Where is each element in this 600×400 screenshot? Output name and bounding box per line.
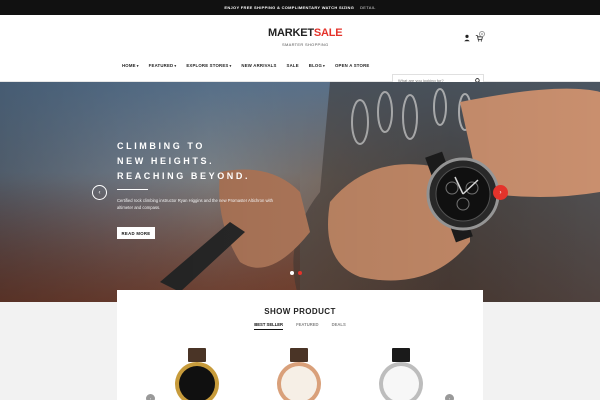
product-section: SHOW PRODUCT BEST SELLER FEATURED DEALS …	[117, 290, 483, 400]
chevron-left-icon: ‹	[149, 396, 152, 400]
carousel-prev-button[interactable]: ‹	[146, 394, 155, 400]
site-logo[interactable]: MARKETSALE	[268, 27, 343, 39]
watch-image	[379, 362, 423, 400]
chevron-left-icon: ‹	[98, 189, 101, 196]
headline-line-1: CLIMBING TO	[117, 141, 205, 151]
nav-explore-stores[interactable]: EXPLORE STORES▾	[181, 63, 236, 68]
nav-label: BLOG	[308, 63, 323, 68]
slider-prev-button[interactable]: ‹	[92, 185, 107, 200]
announcement-bar: ENJOY FREE SHIPPING & COMPLIMENTARY WATC…	[0, 0, 600, 15]
nav-label: SALE	[286, 63, 299, 68]
chevron-down-icon: ▾	[174, 64, 177, 68]
section-title: SHOW PRODUCT	[264, 307, 336, 316]
tab-best-seller[interactable]: BEST SELLER	[254, 322, 284, 330]
logo-main: MARKET	[268, 27, 314, 39]
headline-divider	[117, 189, 148, 190]
nav-new-arrivals[interactable]: NEW ARRIVALS	[236, 63, 281, 68]
chevron-right-icon: ›	[448, 396, 451, 400]
chevron-down-icon: ▾	[229, 64, 232, 68]
chevron-down-icon: ▾	[136, 64, 139, 68]
product-card[interactable]	[169, 346, 227, 400]
nav-home[interactable]: HOME▾	[117, 63, 144, 68]
chevron-down-icon: ▾	[323, 64, 325, 68]
logo-tagline: SMARTER SHOPPING	[282, 42, 329, 47]
watch-dial	[179, 366, 215, 400]
watch-strap	[290, 348, 308, 362]
watch-image	[175, 362, 219, 400]
product-tabs: BEST SELLER FEATURED DEALS	[117, 322, 483, 330]
nav-label: OPEN A STORE	[334, 63, 370, 68]
nav-label: NEW ARRIVALS	[241, 63, 277, 68]
logo-accent: SALE	[313, 27, 343, 39]
main-nav: HOME▾ FEATURED▾ EXPLORE STORES▾ NEW ARRI…	[117, 63, 374, 68]
read-more-button[interactable]: READ MORE	[117, 227, 155, 239]
user-icon[interactable]	[463, 34, 471, 42]
promo-text: ENJOY FREE SHIPPING & COMPLIMENTARY WATC…	[224, 5, 355, 10]
product-card[interactable]	[373, 346, 431, 400]
hero-description: Certified rock climbing instructor Ryan …	[117, 198, 273, 210]
slider-dot-active[interactable]	[298, 271, 302, 275]
product-card[interactable]	[271, 346, 329, 400]
slider-dot[interactable]	[290, 271, 294, 275]
watch-image	[277, 362, 321, 400]
watch-strap	[392, 348, 410, 362]
hero-slider	[0, 82, 600, 302]
headline-line-3: REACHING BEYOND.	[117, 171, 251, 181]
tab-featured[interactable]: FEATURED	[296, 322, 319, 330]
details-link[interactable]: DETAIL	[360, 5, 376, 10]
tab-deals[interactable]: DEALS	[332, 322, 346, 330]
hero-overlay	[0, 82, 600, 302]
nav-label: FEATURED	[148, 63, 174, 68]
nav-label: EXPLORE STORES	[186, 63, 229, 68]
hero-headline: CLIMBING TO NEW HEIGHTS. REACHING BEYOND…	[117, 139, 250, 184]
nav-blog[interactable]: BLOG▾	[304, 63, 330, 68]
nav-open-a-store[interactable]: OPEN A STORE	[330, 63, 374, 68]
slider-pagination	[290, 271, 302, 275]
headline-line-2: NEW HEIGHTS.	[117, 156, 215, 166]
site-header: MARKETSALE SMARTER SHOPPING 0 HOME▾ FEAT…	[0, 15, 600, 87]
nav-label: HOME	[122, 63, 136, 68]
watch-strap	[188, 348, 206, 362]
slider-next-button[interactable]: ›	[493, 185, 508, 200]
nav-featured[interactable]: FEATURED▾	[144, 63, 182, 68]
nav-sale[interactable]: SALE	[282, 63, 304, 68]
cart-count-badge: 0	[479, 31, 485, 37]
watch-dial	[383, 366, 419, 400]
carousel-next-button[interactable]: ›	[445, 394, 454, 400]
chevron-right-icon: ›	[499, 189, 502, 196]
watch-dial	[281, 366, 317, 400]
